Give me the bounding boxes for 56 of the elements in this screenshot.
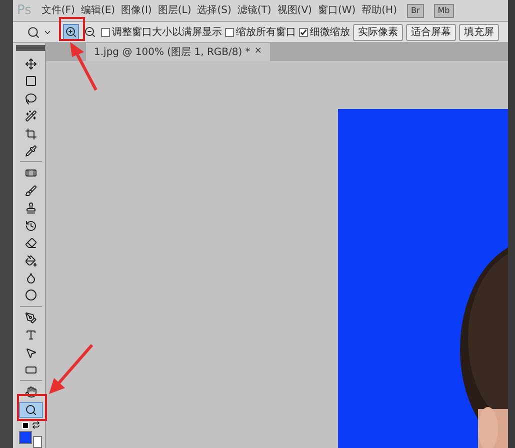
document-title: 1.jpg @ 100% (图层 1, RGB/8) *	[94, 46, 250, 60]
rectangle-icon	[24, 364, 36, 376]
checkbox[interactable]	[225, 28, 234, 36]
foreground-swatch[interactable]	[19, 431, 32, 444]
eraser-icon	[24, 237, 36, 250]
app-button[interactable]: Br	[406, 4, 424, 18]
option-button[interactable]: 适合屏幕	[406, 24, 456, 40]
menu-item[interactable]: 编辑(E)	[80, 3, 116, 18]
checkbox[interactable]	[299, 28, 308, 36]
background-swatch[interactable]	[33, 436, 42, 448]
menu-item[interactable]: 文件(F)	[41, 3, 75, 18]
hand-icon	[24, 386, 36, 398]
annotation-arrow	[49, 344, 94, 394]
history-brush-icon	[24, 220, 36, 232]
drop-icon	[24, 272, 36, 284]
menu-item[interactable]: 图像(I)	[121, 3, 152, 18]
close-tab-button[interactable]: ×	[254, 45, 262, 59]
menu-item[interactable]: 视图(V)	[277, 3, 312, 18]
zoom-icon	[24, 404, 36, 416]
app-logo: Ps	[17, 2, 32, 20]
default-colors-icon[interactable]	[22, 422, 28, 429]
annotation-box	[17, 394, 47, 421]
menu-item[interactable]: 选择(S)	[197, 3, 232, 18]
checkbox-label: 细微缩放	[310, 26, 350, 40]
menu-item[interactable]: 滤镜(T)	[237, 3, 272, 18]
annotation-box	[59, 17, 85, 41]
checkbox[interactable]	[101, 28, 110, 36]
crop-icon	[24, 128, 36, 140]
eyedropper-icon	[24, 145, 36, 158]
brush-icon	[24, 184, 36, 197]
menu-item[interactable]: 图层(L)	[158, 3, 192, 18]
checkbox-label: 缩放所有窗口	[236, 26, 296, 40]
menu-item[interactable]: 窗口(W)	[318, 3, 356, 18]
wand-icon	[24, 110, 36, 122]
option-button[interactable]: 实际像素	[353, 24, 403, 40]
panel-header	[16, 45, 45, 51]
menu-item[interactable]: 帮助(H)	[362, 3, 397, 18]
checkbox-label: 调整窗口大小以满屏显示	[112, 26, 222, 40]
zoom-out-button[interactable]	[82, 24, 98, 40]
tool-button[interactable]	[18, 402, 42, 418]
stamp-icon	[24, 202, 36, 214]
lasso-icon	[24, 92, 36, 105]
type-icon	[24, 329, 36, 342]
pointer-icon	[24, 346, 36, 359]
paint-bucket-icon	[24, 254, 36, 267]
option-button[interactable]: 填充屏	[459, 24, 499, 40]
pen-icon	[24, 312, 36, 324]
zoom-in-button[interactable]	[63, 24, 79, 40]
move-icon	[24, 58, 36, 70]
bandage-icon	[24, 167, 36, 180]
app-button[interactable]: Mb	[434, 4, 454, 18]
document-tab[interactable]: 1.jpg @ 100% (图层 1, RGB/8) * ×	[86, 43, 270, 61]
zoom-tool-icon[interactable]	[27, 26, 40, 38]
marquee-icon	[24, 75, 36, 88]
dodge-icon	[24, 289, 36, 302]
swap-icon[interactable]	[32, 421, 40, 430]
